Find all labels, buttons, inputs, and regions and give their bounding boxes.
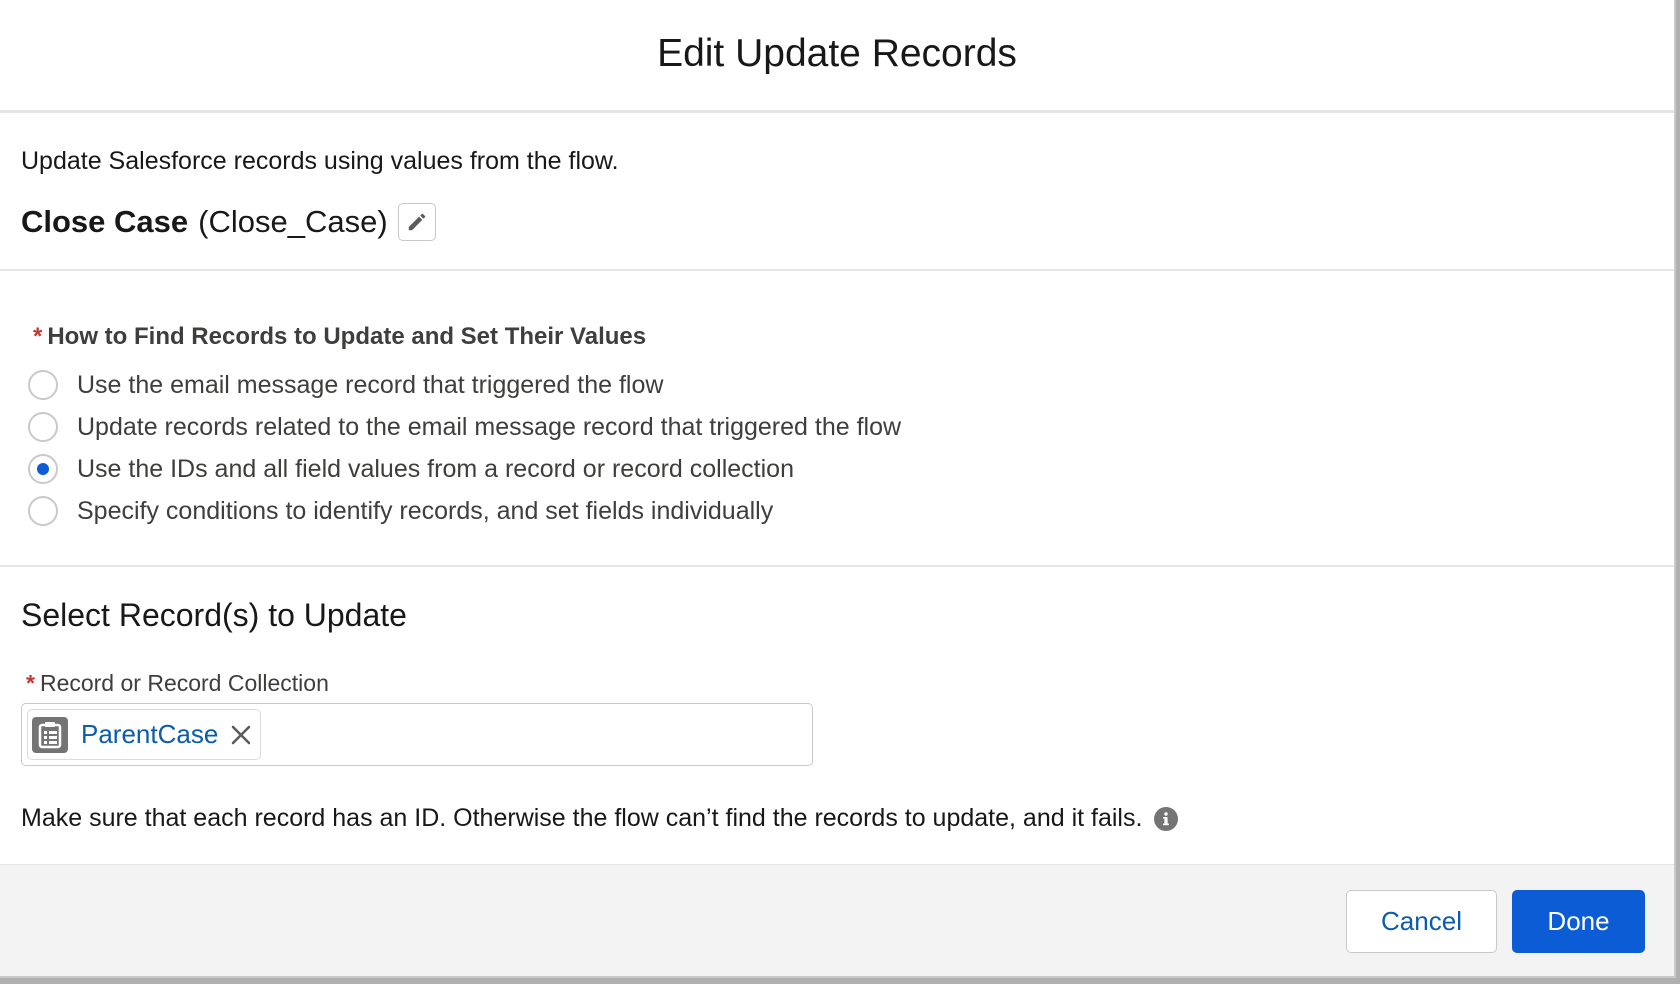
record-collection-label: * Record or Record Collection [26,670,329,697]
required-marker: * [26,670,35,696]
radio-option-record-collection[interactable]: Use the IDs and all field values from a … [28,448,901,490]
radio-label: Use the email message record that trigge… [77,370,664,399]
cancel-button[interactable]: Cancel [1346,890,1497,953]
radio-option-triggering-record[interactable]: Use the email message record that trigge… [28,364,901,406]
remove-pill-button[interactable] [228,722,254,748]
radio-option-specify-conditions[interactable]: Specify conditions to identify records, … [28,490,901,532]
selected-record-pill[interactable]: ParentCase [27,709,262,760]
find-records-label: * How to Find Records to Update and Set T… [33,323,646,351]
modal-title: Edit Update Records [657,32,1017,75]
radio-button-selected[interactable] [28,454,58,484]
description-section: Update Salesforce records using values f… [0,113,1674,271]
edit-update-records-modal: Edit Update Records Update Salesforce re… [0,0,1676,978]
radio-button[interactable] [28,412,58,442]
modal-header: Edit Update Records [0,0,1674,113]
record-list-icon [32,716,68,753]
element-label: Close Case [21,204,189,239]
find-records-label-text: How to Find Records to Update and Set Th… [47,323,647,350]
pencil-icon [408,213,425,231]
radio-button[interactable] [28,370,58,400]
record-id-note: Make sure that each record has an ID. Ot… [21,804,1179,833]
radio-option-related-records[interactable]: Update records related to the email mess… [28,406,901,448]
find-records-radio-group: Use the email message record that trigge… [28,364,901,532]
find-records-section: * How to Find Records to Update and Set T… [0,271,1674,567]
pill-label: ParentCase [81,719,219,749]
radio-label: Use the IDs and all field values from a … [77,454,794,483]
element-name-row: Close Case (Close_Case) [21,203,436,241]
note-text: Make sure that each record has an ID. Ot… [21,804,1143,832]
select-records-heading: Select Record(s) to Update [21,597,407,633]
edit-name-button[interactable] [397,203,436,241]
radio-label: Specify conditions to identify records, … [77,496,774,525]
info-glyph [1163,811,1170,825]
info-icon[interactable] [1154,806,1179,831]
modal-footer: Cancel Done [0,865,1674,976]
done-button[interactable]: Done [1512,890,1645,953]
close-icon [232,725,251,744]
record-collection-combobox[interactable]: ParentCase [21,703,813,766]
element-api-name: (Close_Case) [198,204,388,239]
description-text: Update Salesforce records using values f… [21,147,619,175]
radio-label: Update records related to the email mess… [77,412,902,441]
required-marker: * [33,323,43,350]
record-collection-label-text: Record or Record Collection [39,670,329,696]
select-records-section: Select Record(s) to Update * Record or Re… [0,567,1674,867]
radio-button[interactable] [28,496,58,526]
